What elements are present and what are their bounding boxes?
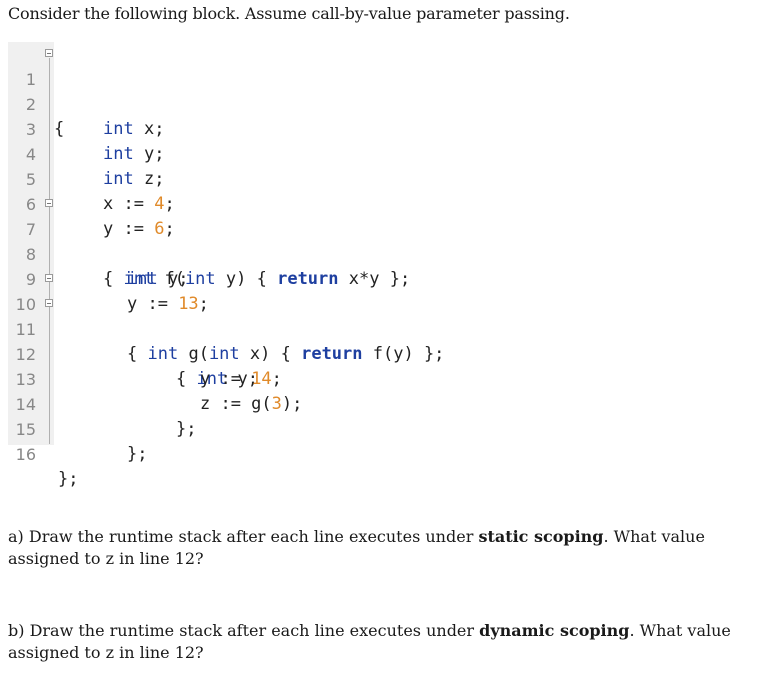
question-a-text: a) Draw the runtime stack after each lin…	[8, 527, 479, 546]
question-a: a) Draw the runtime stack after each lin…	[8, 526, 768, 570]
question-b-emphasis: dynamic scoping	[479, 621, 630, 640]
code-line-12: 12 y := 14;	[8, 317, 528, 389]
code-line-11: 11 { int y;	[8, 292, 528, 389]
question-b: b) Draw the runtime stack after each lin…	[8, 620, 768, 664]
code-line-15: 15 };	[8, 392, 528, 464]
code-line-16: 16 };	[8, 417, 528, 489]
code-text: };	[58, 469, 79, 489]
code-line-4: 4 int z;	[8, 117, 528, 189]
fold-collapse-icon[interactable]	[45, 274, 53, 282]
code-line-8: 8 int y;	[8, 217, 528, 289]
question-a-emphasis: static scoping	[478, 527, 604, 546]
code-line-1: 1 {	[8, 42, 528, 139]
fold-collapse-icon[interactable]	[45, 49, 53, 57]
code-line-3: 3 int y;	[8, 92, 528, 164]
fold-collapse-icon[interactable]	[45, 199, 53, 207]
code-line-6: 6 y := 6;	[8, 167, 528, 239]
code-line-10: 10 { int g(int x) { return f(y) };	[8, 267, 528, 364]
code-line-5: 5 x := 4;	[8, 142, 528, 214]
code-text: };	[127, 444, 148, 464]
code-line-2: 2 int x;	[8, 67, 528, 139]
code-line-14: 14 };	[8, 367, 528, 439]
problem-intro: Consider the following block. Assume cal…	[8, 4, 570, 23]
code-line-9: 9 y := 13;	[8, 242, 528, 314]
fold-collapse-icon[interactable]	[45, 299, 53, 307]
code-line-7: 7 { int f(int y) { return x*y };	[8, 192, 528, 289]
line-number: 16	[15, 445, 36, 464]
question-b-text: b) Draw the runtime stack after each lin…	[8, 621, 480, 640]
code-line-13: 13 z := g(3);	[8, 342, 528, 414]
